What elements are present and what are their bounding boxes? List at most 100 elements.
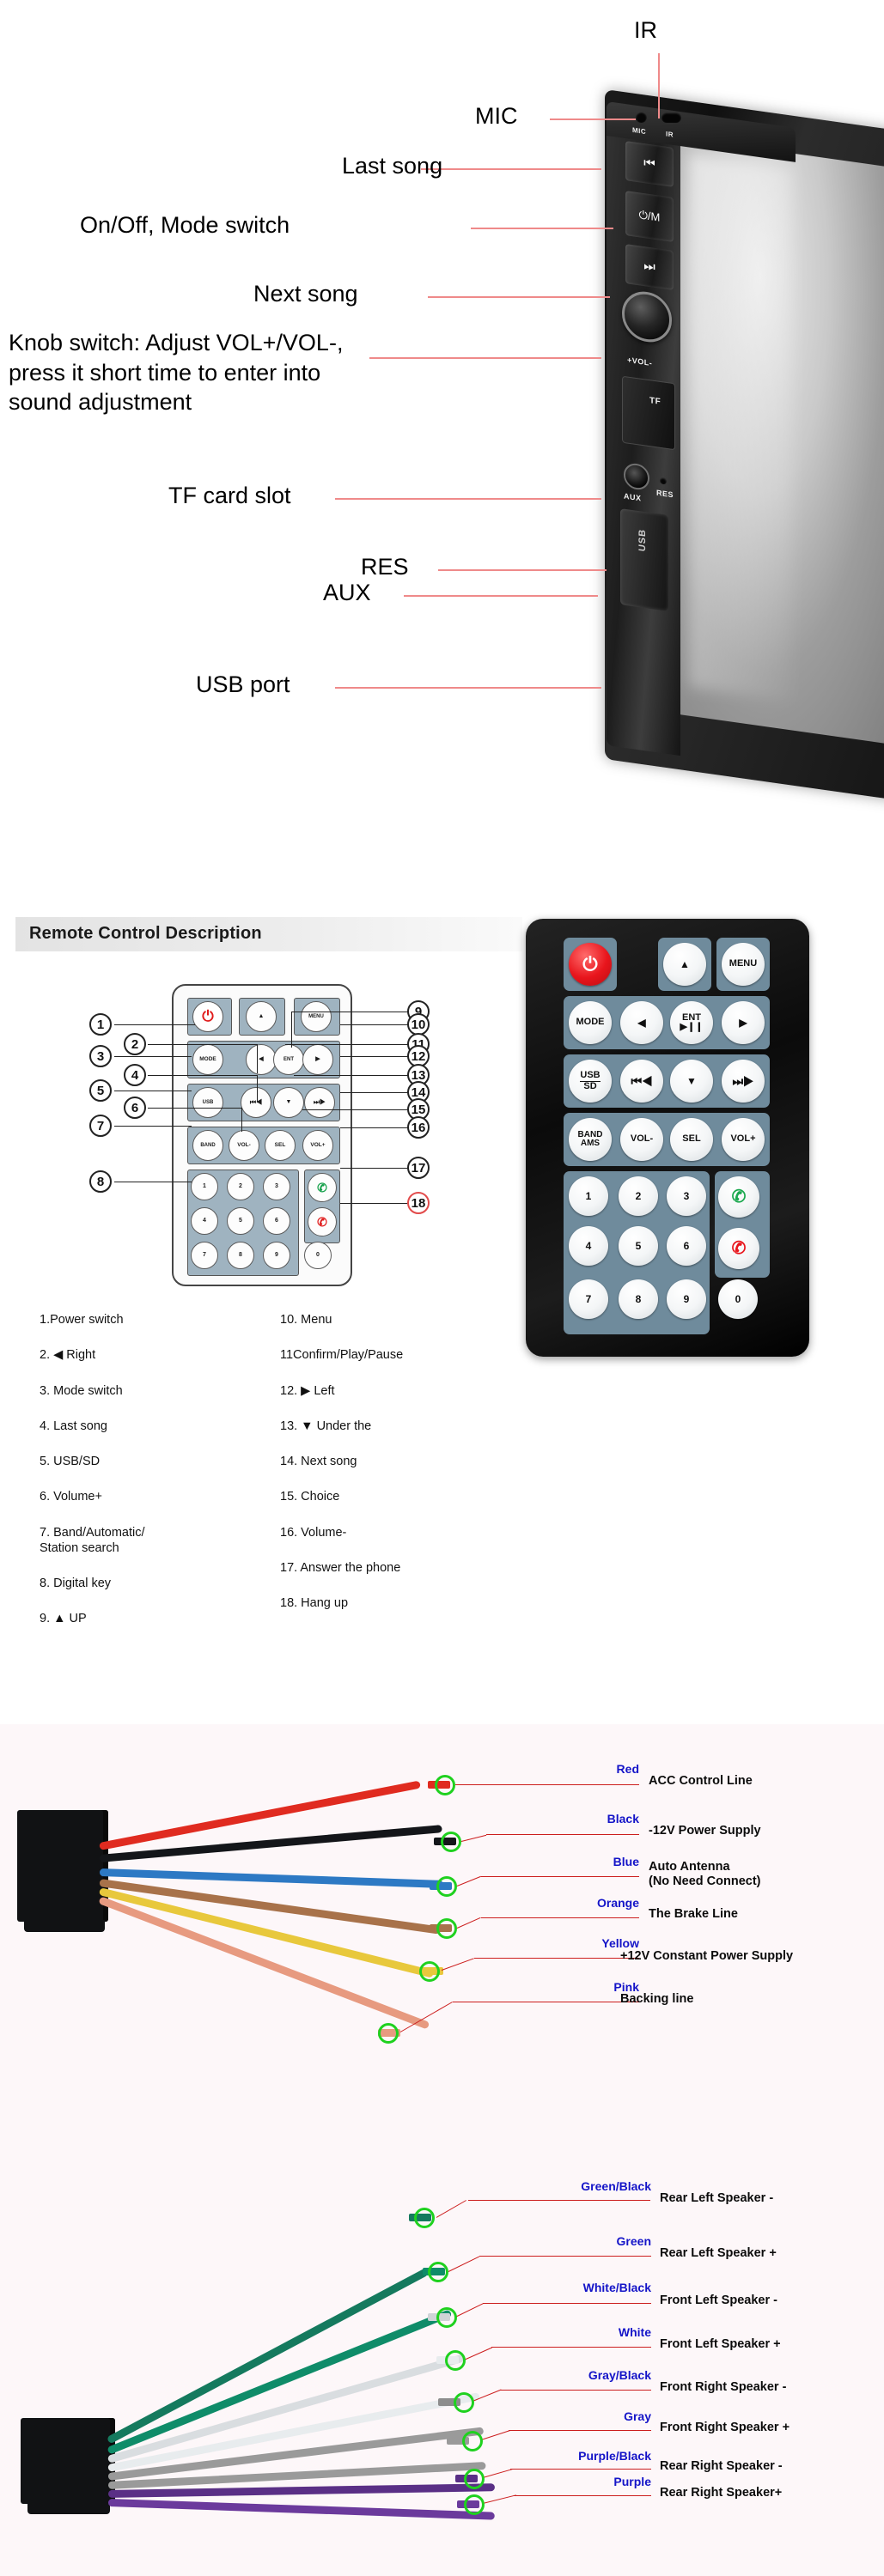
callout-mic: MIC	[475, 103, 518, 129]
rc-digit-6[interactable]: 6	[263, 1207, 290, 1235]
ph-menu-button[interactable]: MENU	[722, 943, 765, 986]
wire-color-blue: Blue	[613, 1855, 639, 1868]
ph-sel-button[interactable]: SEL	[670, 1118, 713, 1161]
wire-color-black: Black	[607, 1812, 639, 1826]
tf-leader-line	[335, 498, 601, 500]
wire-color-purple-black: Purple/Black	[578, 2449, 651, 2463]
ph-down-button[interactable]: ▼	[670, 1060, 713, 1103]
wire-color-green-black: Green/Black	[581, 2179, 651, 2193]
rc-enter-button[interactable]: ENT	[273, 1044, 304, 1075]
next-track-button[interactable]: ⏭	[625, 244, 674, 290]
callout-bubble-3: 3	[89, 1045, 112, 1067]
ir-leader-line	[658, 53, 660, 118]
legend-item-11: 11Confirm/Play/Pause	[280, 1348, 404, 1363]
ph-digit-2[interactable]: 2	[619, 1176, 658, 1216]
prev-track-button[interactable]: ⏮	[625, 141, 674, 187]
rc-next-button[interactable]: ⏭▶	[304, 1087, 335, 1118]
ring-red	[435, 1775, 455, 1795]
ph-hangup-call-button[interactable]: ✆	[718, 1228, 759, 1269]
wire-desc-white: Front Left Speaker +	[660, 2337, 781, 2351]
rc-band-button[interactable]: BAND	[192, 1130, 223, 1161]
ph-next-button[interactable]: ⏭▶	[722, 1060, 765, 1103]
rc-usbsd-button[interactable]: USB	[192, 1087, 223, 1118]
ph-mode-button[interactable]: MODE	[569, 1001, 612, 1044]
lead-gray	[480, 2429, 511, 2440]
ph-left-button[interactable]: ◀	[620, 1001, 663, 1044]
ph-usbsd-button[interactable]: USB SD	[569, 1060, 612, 1103]
cline-4	[148, 1075, 258, 1076]
ph-volminus-button[interactable]: VOL-	[620, 1118, 663, 1161]
callout-usb-port: USB port	[196, 671, 290, 697]
rc-right-button[interactable]: ▶	[302, 1044, 333, 1075]
usb-port-flap[interactable]	[620, 508, 668, 611]
rc-digit-2[interactable]: 2	[227, 1173, 254, 1200]
legend-item-6: 6. Volume+	[40, 1490, 102, 1504]
cline-17	[340, 1168, 418, 1169]
power-mode-button[interactable]: ⏻/M	[625, 191, 674, 242]
lead-orange	[456, 1917, 481, 1929]
rc-power-button[interactable]: ⏻	[192, 1001, 223, 1032]
reset-pinhole[interactable]	[660, 477, 667, 485]
callout-bubble-8: 8	[89, 1170, 112, 1193]
callout-bubble-1: 1	[89, 1013, 112, 1036]
ph-power-button[interactable]: ⏻	[569, 943, 612, 986]
head-unit-photo: MIC IR ⏮ ⏻/M ⏭ +VOL- TF AUX RES USB	[589, 89, 884, 800]
ph-prev-button[interactable]: ⏮◀	[620, 1060, 663, 1103]
usb-leader-line	[335, 687, 601, 689]
rc-up-button[interactable]: ▲	[246, 1001, 277, 1032]
tf-card-slot[interactable]	[622, 375, 675, 451]
ph-digit-4[interactable]: 4	[569, 1226, 608, 1266]
ph-volplus-button[interactable]: VOL+	[722, 1118, 765, 1161]
callout-bubble-6: 6	[124, 1097, 146, 1119]
rc-digit-7[interactable]: 7	[191, 1242, 218, 1269]
rc-digit-3[interactable]: 3	[263, 1173, 290, 1200]
rc-menu-button[interactable]: MENU	[301, 1001, 332, 1032]
ph-right-button[interactable]: ▶	[722, 1001, 765, 1044]
lead-orange2	[481, 1917, 639, 1918]
wire-desc-purple: Rear Right Speaker+	[660, 2486, 783, 2500]
wire-color-white: White	[618, 2325, 651, 2339]
rc-down-button[interactable]: ▼	[273, 1087, 304, 1118]
legend-item-15: 15. Choice	[280, 1490, 340, 1504]
ph-enter-button[interactable]: ENT ▶❙❙	[670, 1001, 713, 1044]
ph-answer-call-button[interactable]: ✆	[718, 1176, 759, 1218]
ph-digit-0[interactable]: 0	[718, 1279, 758, 1319]
mic-leader-line	[550, 118, 636, 120]
ph-digit-1[interactable]: 1	[569, 1176, 608, 1216]
callout-bubble-2: 2	[124, 1033, 146, 1055]
ph-band-button[interactable]: BAND AMS	[569, 1118, 612, 1161]
ph-up-button[interactable]: ▲	[663, 943, 706, 986]
legend-item-17: 17. Answer the phone	[280, 1560, 401, 1575]
rc-sel-button[interactable]: SEL	[265, 1130, 296, 1161]
product-manual-page: MIC IR ⏮ ⏻/M ⏭ +VOL- TF AUX RES USB IR M…	[0, 0, 884, 2576]
rc-digit-0[interactable]: 0	[304, 1242, 332, 1269]
rc-hangup-call-button[interactable]: ✆	[308, 1207, 337, 1236]
legend-item-5: 5. USB/SD	[40, 1455, 101, 1469]
rc-left-button[interactable]: ◀	[246, 1044, 277, 1075]
rc-mode-button[interactable]: MODE	[192, 1044, 223, 1075]
lead-white2	[491, 2347, 651, 2348]
rc-digit-1[interactable]: 1	[191, 1173, 218, 1200]
rc-volplus-button[interactable]: VOL+	[302, 1130, 333, 1161]
ph-digit-7[interactable]: 7	[569, 1279, 608, 1319]
ph-digit-3[interactable]: 3	[667, 1176, 706, 1216]
rc-digit-9[interactable]: 9	[263, 1242, 290, 1269]
rc-answer-call-button[interactable]: ✆	[308, 1173, 337, 1202]
rc-digit-5[interactable]: 5	[227, 1207, 254, 1235]
legend-item-2: 2. ◀ Right	[40, 1348, 96, 1363]
cline-10	[340, 1024, 418, 1025]
rc-volminus-button[interactable]: VOL-	[229, 1130, 259, 1161]
ph-digit-9[interactable]: 9	[667, 1279, 706, 1319]
lead-yellow	[441, 1958, 474, 1971]
rc-prev-button[interactable]: ⏮◀	[241, 1087, 271, 1118]
rc-digit-4[interactable]: 4	[191, 1207, 218, 1235]
wire-desc-blue: Auto Antenna (No Need Connect)	[649, 1860, 761, 1889]
cline-7	[114, 1126, 192, 1127]
ph-digit-5[interactable]: 5	[619, 1226, 658, 1266]
ph-digit-6[interactable]: 6	[667, 1226, 706, 1266]
remote-photo: ⏻ ▲ MENU MODE ◀ ENT ▶❙❙ ▶ USB SD ⏮◀ ▼ ⏭▶…	[526, 919, 809, 1357]
rc-digit-8[interactable]: 8	[227, 1242, 254, 1269]
callout-bubble-7: 7	[89, 1115, 112, 1137]
lead-yellow2	[474, 1958, 639, 1959]
ph-digit-8[interactable]: 8	[619, 1279, 658, 1319]
